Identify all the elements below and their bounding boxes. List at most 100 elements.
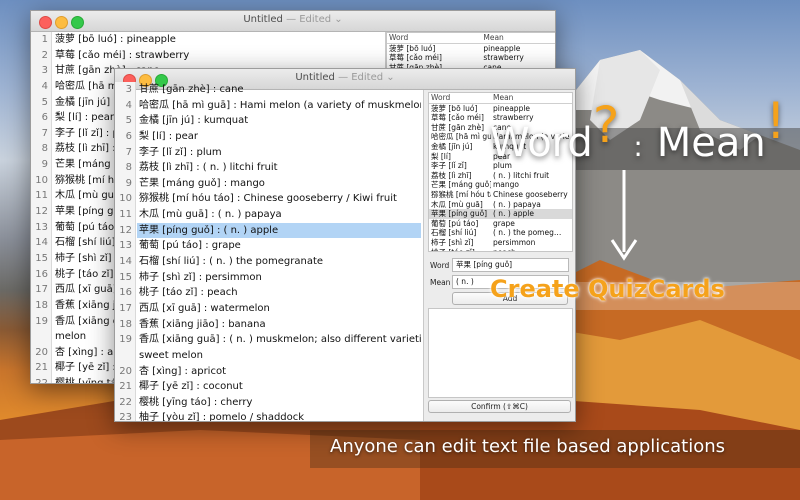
line-number: 3 [125,84,132,95]
tagline: Anyone can edit text file based applicat… [330,436,726,457]
column-header[interactable]: Mean [481,33,555,44]
table-row[interactable]: 荔枝 [lì zhī] ( n. ) litchi fruit [429,171,572,181]
line-number: 9 [125,177,132,189]
text-editor[interactable]: 甘蔗 [gān zhè] : cane 哈密瓜 [hā mì guā] : Ham… [137,82,421,421]
line-number: 21 [35,362,48,374]
window-title-text: Untitled [243,14,283,25]
column-header[interactable]: Word [429,93,491,104]
table-cell: 荔枝 [lì zhī] [431,170,472,180]
line-number: 4 [125,99,132,111]
table-cell: 石榴 [shí liú] [431,228,477,238]
text-line[interactable]: 桃子 [táo zǐ] : peach [137,285,421,301]
table-cell: 梨 [lí] [431,151,451,161]
word-field[interactable]: 苹果 [píng guǒ] [452,258,569,272]
table-cell: 芒果 [máng guǒ] [431,180,491,190]
line-number: 17 [119,302,132,314]
text-line[interactable]: 石榴 [shí liú] : ( n. ) the pomegranate [137,254,421,270]
line-number: 23 [119,412,132,422]
table-cell: mango [493,180,520,190]
text-line[interactable]: 椰子 [yē zǐ] : coconut [137,379,421,395]
text-line[interactable]: 苹果 [píng guǒ] : ( n. ) apple [137,222,421,239]
line-number: 3 [41,65,48,77]
line-number: 6 [41,112,48,124]
text-line[interactable]: 芒果 [máng guǒ] : mango [137,176,421,192]
line-number [31,329,51,345]
table-cell: ( n. ) papaya [493,199,541,209]
line-number: 6 [125,130,132,142]
line-number: 19 [35,315,48,327]
table-cell: grape [493,218,515,228]
table-row[interactable]: 草莓 [cǎo méi] strawberry [387,53,555,63]
line-number: 14 [119,256,132,268]
table-row[interactable]: 苹果 [píng guǒ]( n. ) apple [429,209,572,219]
table-cell: 木瓜 [mù guā] [431,199,483,209]
column-header[interactable]: Word [387,33,482,44]
table-cell: 李子 [lǐ zǐ] [431,161,467,171]
window-title: Untitled — Edited ⌄ [31,14,555,25]
text-line[interactable]: 葡萄 [pú táo] : grape [137,238,421,254]
column-header[interactable]: Mean [491,93,572,104]
table-row[interactable]: 桃子 [táo zǐ] peach [429,247,572,252]
table-cell: Chinese gooseberry [493,189,568,199]
line-number: 10 [119,193,132,205]
text-line[interactable]: 西瓜 [xī guā] : watermelon [137,301,421,317]
text-line[interactable]: 猕猴桃 [mí hóu táo] : Chinese gooseberry / … [137,191,421,207]
table-row[interactable]: 菠萝 [bō luó] pineapple [387,43,555,53]
text-line[interactable]: 哈密瓜 [hā mì guā] : Hami melon (a variety … [137,98,421,114]
text-line[interactable]: 木瓜 [mù guā] : ( n. ) papaya [137,207,421,223]
text-line[interactable]: 荔枝 [lì zhī] : ( n. ) litchi fruit [137,160,421,176]
text-line[interactable]: 柚子 [yòu zǐ] : pomelo / shaddock [137,410,421,421]
create-quizcards-text: Create QuizCards [490,275,725,303]
line-number: 12 [119,224,132,236]
table-row[interactable]: 芒果 [máng guǒ] mango [429,180,572,190]
table-cell: 猕猴桃 [mí hóu táo] [431,189,491,199]
table-cell: ( n. ) litchi fruit [493,170,550,180]
line-number-gutter: 123456789101112131415161718192021222324 [31,32,52,383]
table-row[interactable]: 柿子 [shì zǐ] persimmon [429,238,572,248]
table-row[interactable]: 石榴 [shí liú] ( n. ) the pomeg… [429,228,572,238]
down-arrow-icon [610,170,638,261]
table-cell: pineapple [483,43,521,53]
text-line[interactable]: 金橘 [jīn jú] : kumquat [137,113,421,129]
text-line[interactable]: 菠萝 [bō luó] : pineapple [53,32,383,48]
line-number: 1 [41,34,48,45]
text-line[interactable]: 草莓 [cǎo méi] : strawberry [53,48,383,64]
table-cell: 葡萄 [pú táo] [431,218,479,228]
text-line[interactable]: 柿子 [shì zǐ] : persimmon [137,270,421,286]
text-line[interactable]: 杏 [xìng] : apricot [137,364,421,380]
table-cell: 苹果 [píng guǒ] [429,209,491,219]
text-line[interactable]: 梨 [lí] : pear [137,129,421,145]
text-line[interactable]: 甘蔗 [gān zhè] : cane [137,82,421,98]
text-line[interactable]: 樱桃 [yīng táo] : cherry [137,395,421,411]
line-number: 7 [41,127,48,139]
table-row[interactable]: 葡萄 [pú táo] grape [429,219,572,229]
text-line[interactable]: 李子 [lǐ zǐ] : plum [137,145,421,161]
table-cell: 草莓 [cǎo méi] [431,113,484,123]
line-number: 16 [119,287,132,299]
line-number: 22 [119,396,132,408]
table-row[interactable]: 猕猴桃 [mí hóu táo]Chinese gooseberry [429,190,572,200]
line-number: 7 [125,146,132,158]
line-number: 21 [119,381,132,393]
line-number: 20 [119,365,132,377]
text-line[interactable]: 香蕉 [xiāng jiāo] : banana [137,317,421,333]
line-number [115,348,135,364]
text-line[interactable]: 香瓜 [xiāng guā] : ( n. ) muskmelon; also … [137,332,421,348]
text-line[interactable]: sweet melon [137,348,421,364]
line-number: 17 [35,284,48,296]
line-number: 19 [119,334,132,346]
line-number: 18 [35,299,48,311]
confirm-button[interactable]: Confirm (⇧⌘C) [428,400,571,413]
line-number: 14 [35,237,48,249]
table-cell: 哈密瓜 [hā mì guā] [431,132,491,142]
line-number: 15 [35,252,48,264]
table-cell: strawberry [483,53,524,63]
line-number: 11 [119,209,132,221]
headline-word: Word [490,120,593,166]
headline-colon: : [633,130,643,163]
edited-status: — Edited ⌄ [286,14,343,25]
line-number: 13 [35,221,48,233]
table-cell: 桃子 [táo zǐ] [431,247,475,252]
table-cell: ( n. ) the pomeg… [493,228,562,238]
table-row[interactable]: 木瓜 [mù guā] ( n. ) papaya [429,200,572,210]
